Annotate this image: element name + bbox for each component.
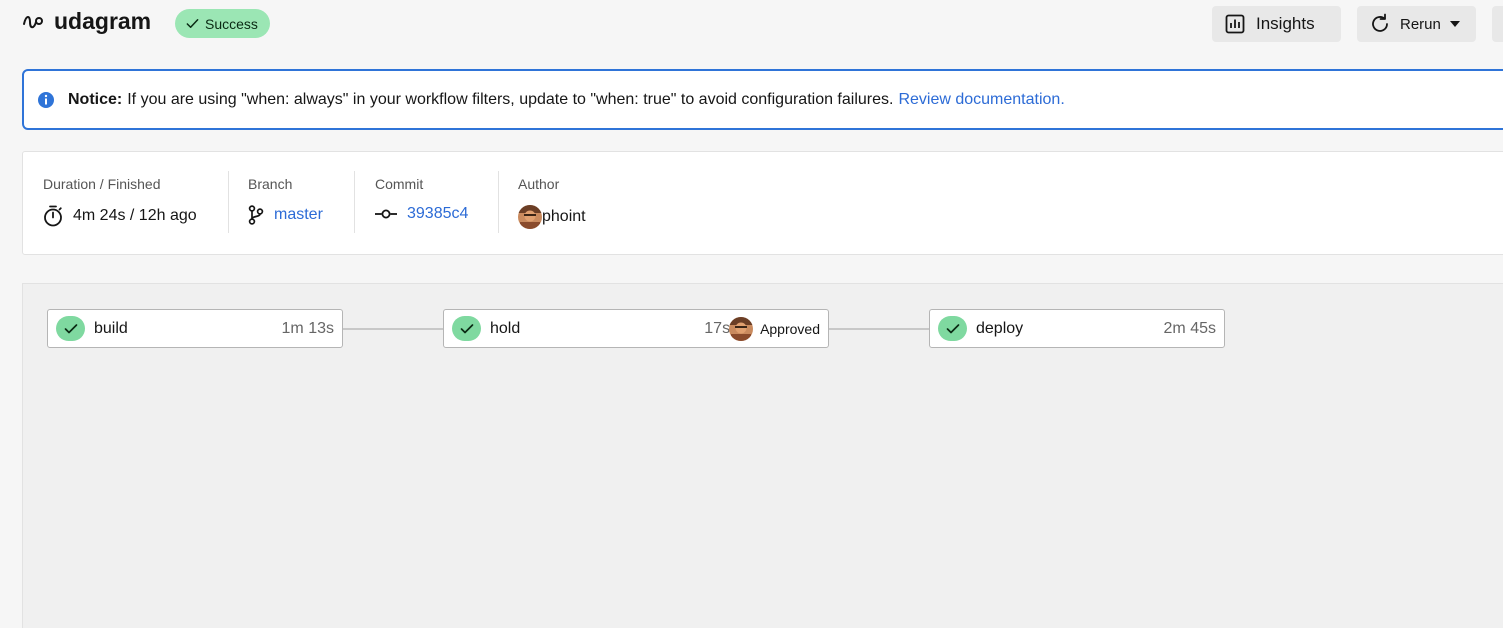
job-duration: 2m 45s	[1163, 319, 1216, 337]
info-icon	[38, 91, 54, 108]
commit-label: Commit	[375, 176, 424, 192]
job-success-icon	[56, 316, 85, 341]
author-name: phoint	[542, 208, 586, 225]
insights-button[interactable]: Insights	[1212, 6, 1341, 42]
review-documentation-link[interactable]: Review documentation.	[898, 91, 1064, 109]
commit-section: Commit 39385c4	[354, 152, 468, 254]
status-badge-label: Success	[205, 15, 258, 32]
branch-row: master	[248, 205, 323, 225]
insights-icon	[1225, 14, 1245, 34]
notice-banner: Notice: If you are using "when: always" …	[22, 69, 1503, 130]
branch-icon	[248, 205, 264, 225]
author-label: Author	[518, 176, 560, 192]
job-deploy[interactable]: deploy 2m 45s	[929, 309, 1225, 348]
duration-value: 4m 24s / 12h ago	[73, 207, 197, 224]
notice-message: If you are using "when: always" in your …	[127, 90, 894, 108]
commit-icon	[375, 209, 397, 219]
author-section: Author phoint	[498, 152, 586, 254]
rerun-button[interactable]: Rerun	[1357, 6, 1476, 42]
pipeline-metadata: Duration / Finished 4m 24s / 12h ago Bra…	[22, 151, 1503, 255]
author-avatar	[518, 205, 542, 229]
commit-row: 39385c4	[375, 205, 468, 223]
insights-button-label: Insights	[1256, 14, 1315, 33]
job-connector	[829, 328, 930, 330]
duration-section: Duration / Finished 4m 24s / 12h ago	[43, 152, 197, 254]
job-name: build	[94, 319, 128, 337]
job-success-icon	[452, 316, 481, 341]
approval-status: Approved	[729, 316, 820, 341]
job-hold[interactable]: hold 17s Approved	[443, 309, 829, 348]
branch-section: Branch master	[228, 152, 323, 254]
job-duration: 17s	[704, 319, 731, 337]
workflow-header: udagram Success Insights Rerun	[22, 6, 1503, 42]
job-build[interactable]: build 1m 13s	[47, 309, 343, 348]
branch-link[interactable]: master	[274, 206, 323, 224]
caret-down-icon	[1449, 21, 1460, 27]
branch-label: Branch	[248, 176, 293, 192]
duration-label: Duration / Finished	[43, 176, 161, 192]
status-badge: Success	[175, 9, 270, 38]
notice-label: Notice:	[68, 90, 123, 108]
job-name: hold	[490, 319, 521, 337]
check-icon	[186, 19, 199, 28]
approval-label: Approved	[760, 320, 820, 337]
workflow-icon	[23, 16, 43, 29]
more-actions-button[interactable]	[1492, 6, 1503, 42]
job-connector	[343, 328, 444, 330]
job-name: deploy	[976, 319, 1024, 337]
approver-avatar	[729, 316, 754, 341]
stopwatch-icon	[44, 205, 62, 227]
job-duration: 1m 13s	[281, 319, 334, 337]
workflow-title: udagram	[54, 8, 152, 34]
rerun-button-label: Rerun	[1400, 15, 1441, 33]
job-success-icon	[938, 316, 967, 341]
duration-row: 4m 24s / 12h ago	[43, 205, 197, 227]
author-row: phoint	[518, 205, 586, 229]
commit-link[interactable]: 39385c4	[407, 205, 468, 223]
workflow-graph: build 1m 13s hold 17s Approved deploy 2m…	[22, 283, 1503, 628]
refresh-icon	[1372, 13, 1388, 32]
